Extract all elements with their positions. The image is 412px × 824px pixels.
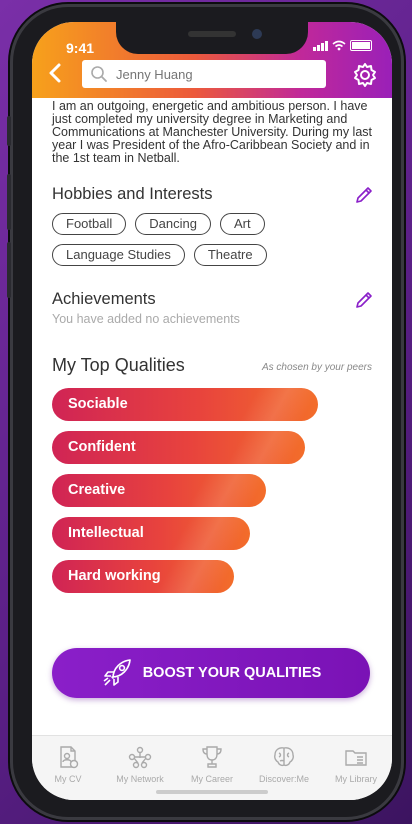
quality-label: Creative	[68, 482, 126, 498]
hobbies-title: Hobbies and Interests	[52, 185, 213, 203]
qualities-title: My Top Qualities	[52, 355, 185, 375]
network-icon	[128, 746, 152, 769]
search-icon	[90, 64, 110, 84]
brain-icon	[274, 747, 294, 767]
search-input[interactable]	[114, 65, 318, 83]
quality-label: Hard working	[68, 568, 161, 584]
boost-qualities-button[interactable]: BOOST YOUR QUALITIES	[52, 648, 370, 698]
volume-up-button	[7, 174, 11, 230]
status-time: 9:41	[66, 40, 95, 56]
cv-icon	[60, 746, 79, 769]
tab-label: My Career	[190, 774, 233, 784]
front-camera	[252, 29, 262, 39]
mute-switch	[7, 116, 11, 146]
battery-icon	[350, 40, 372, 51]
bottom-tab-bar: My CV My Network My Career Discover:Me M…	[32, 735, 392, 800]
hobby-chip[interactable]: Football	[52, 213, 127, 235]
rocket-icon	[103, 659, 131, 686]
edit-hobbies-button[interactable]	[354, 185, 374, 205]
quality-label: Confident	[68, 439, 136, 455]
hobby-chip[interactable]: Art	[219, 213, 265, 235]
pencil-icon	[356, 187, 372, 203]
achievements-empty-text: You have added no achievements	[52, 312, 240, 326]
quality-label: Sociable	[68, 396, 128, 412]
hobbies-list: Football Dancing Art Language Studies Th…	[52, 213, 372, 266]
tab-label: My Library	[334, 774, 377, 784]
tab-label: Discover:Me	[258, 774, 309, 784]
quality-bar: Hard working	[52, 560, 234, 593]
wifi-icon	[332, 40, 346, 51]
home-indicator	[156, 790, 268, 794]
hobby-chip[interactable]: Theatre	[193, 244, 267, 266]
settings-button[interactable]	[352, 62, 378, 88]
bio-text: I am an outgoing, energetic and ambitiou…	[52, 99, 373, 165]
folder-icon	[345, 750, 367, 766]
quality-bar: Creative	[52, 474, 266, 507]
qualities-list: Sociable Confident Creative Intellectual…	[32, 388, 392, 593]
quality-bar: Sociable	[52, 388, 318, 421]
tab-label: My CV	[54, 774, 82, 784]
achievements-title: Achievements	[52, 290, 156, 308]
achievements-header: Achievements	[52, 286, 374, 312]
back-button[interactable]	[48, 62, 70, 88]
signal-icon	[313, 40, 328, 51]
qualities-header: My Top Qualities As chosen by your peers	[52, 352, 372, 380]
quality-bar: Confident	[52, 431, 305, 464]
trophy-icon	[202, 746, 222, 768]
volume-down-button	[7, 242, 11, 298]
tab-my-cv[interactable]: My CV	[32, 736, 104, 800]
qualities-note: As chosen by your peers	[261, 362, 372, 373]
profile-content: I am an outgoing, energetic and ambitiou…	[32, 98, 392, 603]
gear-icon	[354, 63, 376, 87]
tab-my-library[interactable]: My Library	[320, 736, 392, 800]
edit-achievements-button[interactable]	[354, 290, 374, 310]
quality-label: Intellectual	[68, 525, 144, 541]
chevron-left-icon	[49, 63, 61, 83]
app-screen: 9:41 Jenny Huang I am an outgoing, energ…	[32, 22, 392, 800]
boost-label: BOOST YOUR QUALITIES	[142, 665, 322, 681]
hobby-chip[interactable]: Dancing	[135, 213, 211, 235]
hobbies-header: Hobbies and Interests	[52, 181, 374, 207]
status-icons	[313, 40, 372, 51]
speaker	[188, 31, 236, 37]
hobby-chip[interactable]: Language Studies	[52, 244, 185, 266]
pencil-icon	[356, 292, 372, 308]
search-bar[interactable]	[82, 60, 326, 88]
notch	[116, 22, 308, 54]
tab-label: My Network	[116, 774, 164, 784]
quality-bar: Intellectual	[52, 517, 250, 550]
